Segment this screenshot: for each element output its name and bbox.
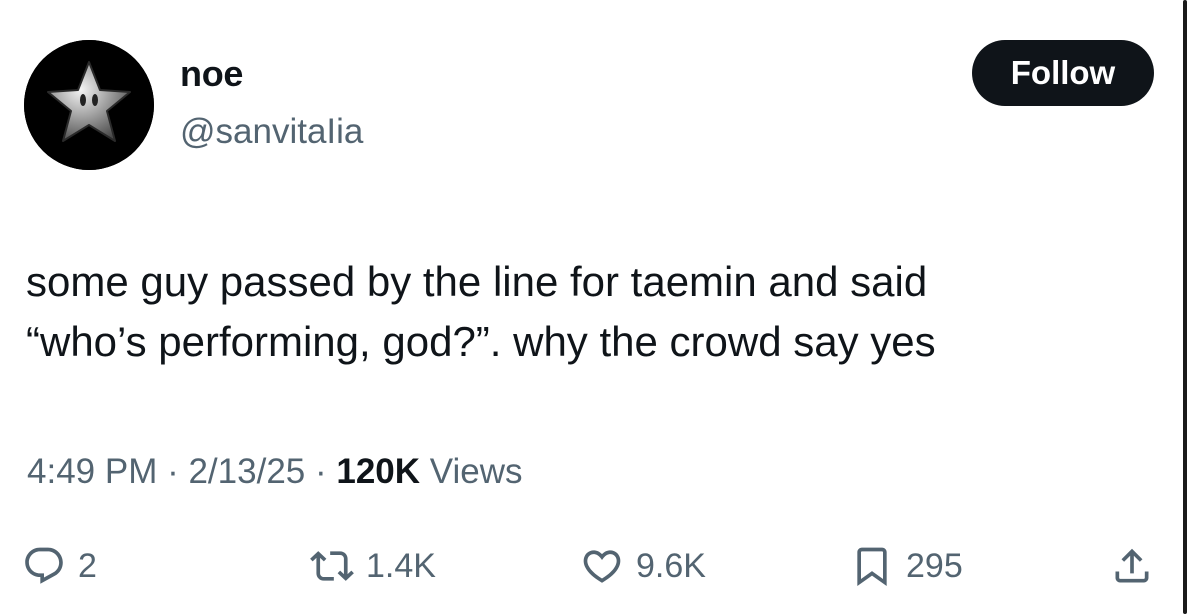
bookmark-icon xyxy=(857,547,887,587)
follow-button[interactable]: Follow xyxy=(972,40,1154,106)
views-label: Views xyxy=(420,452,523,491)
tweet-line: “who’s performing, god?”. why the crowd … xyxy=(26,318,936,365)
avatar[interactable] xyxy=(24,40,154,170)
reply-button[interactable]: 2 xyxy=(22,542,97,590)
retweet-button[interactable]: 1.4K xyxy=(310,542,436,590)
scrollbar[interactable] xyxy=(1183,0,1187,614)
like-count: 9.6K xyxy=(636,546,706,585)
tweet-time[interactable]: 4:49 PM xyxy=(27,452,157,491)
meta-separator: · xyxy=(157,452,189,491)
retweet-count: 1.4K xyxy=(366,546,436,585)
tweet-line: some guy passed by the line for taemin a… xyxy=(26,258,928,305)
like-button[interactable]: 9.6K xyxy=(580,542,706,590)
share-icon xyxy=(1115,548,1149,583)
share-button[interactable] xyxy=(1110,542,1154,590)
bookmark-count: 295 xyxy=(906,546,963,585)
bookmark-button[interactable]: 295 xyxy=(850,542,963,590)
display-name[interactable]: noe xyxy=(180,52,243,96)
views-count: 120K xyxy=(336,452,421,491)
heart-icon xyxy=(583,550,621,583)
tweet-date[interactable]: 2/13/25 xyxy=(188,452,305,491)
meta-separator: · xyxy=(305,452,337,491)
reply-icon xyxy=(25,547,63,584)
star-icon xyxy=(24,40,154,170)
retweet-icon xyxy=(310,551,354,581)
user-handle[interactable]: @sanvitaIia xyxy=(180,110,363,154)
tweet-text: some guy passed by the line for taemin a… xyxy=(26,252,1166,372)
tweet-meta: 4:49 PM · 2/13/25 · 120K Views xyxy=(27,450,523,494)
reply-count: 2 xyxy=(78,546,97,585)
